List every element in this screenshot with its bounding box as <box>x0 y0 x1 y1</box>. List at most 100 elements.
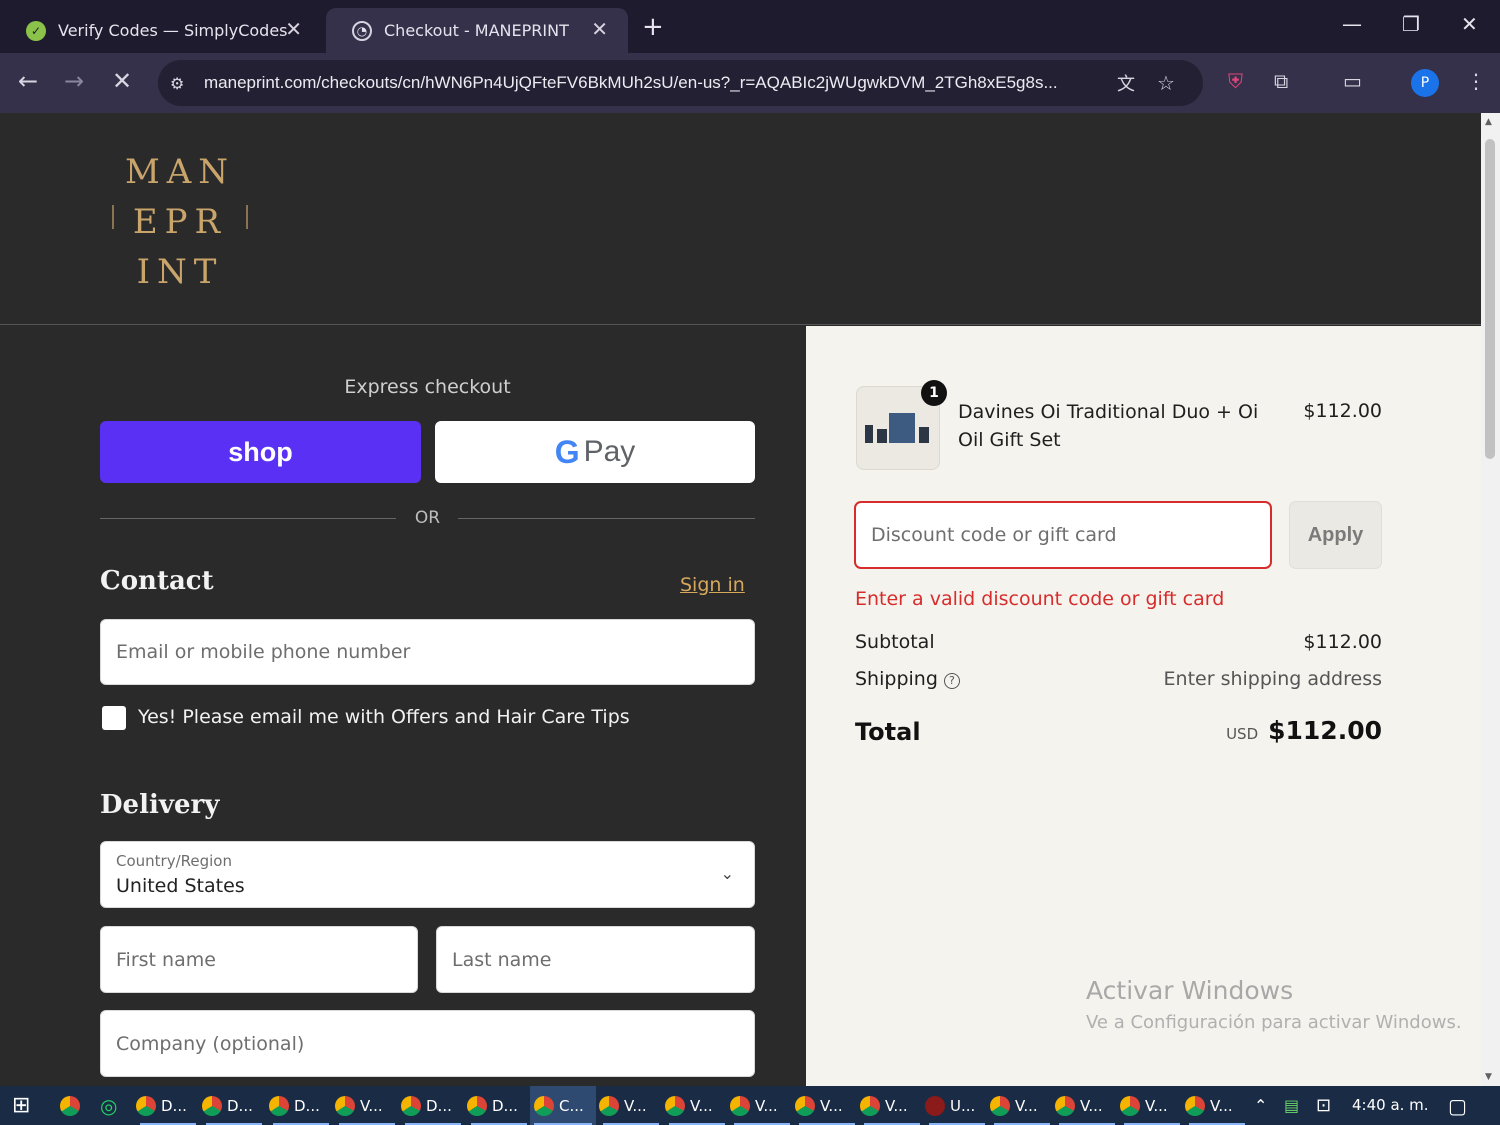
new-tab-icon[interactable]: + <box>642 12 664 42</box>
store-header: MAN EPR INT <box>0 113 1481 325</box>
loading-icon: ◔ <box>352 20 372 41</box>
profile-avatar[interactable]: P <box>1411 69 1439 97</box>
help-icon[interactable]: ? <box>943 673 960 689</box>
reading-mode-icon[interactable]: ▭ <box>1343 69 1362 93</box>
apply-discount-button[interactable]: Apply <box>1289 501 1382 569</box>
logo-line: EPR <box>132 202 228 242</box>
taskbar-window-label: V... <box>755 1096 778 1115</box>
chrome-icon <box>269 1095 289 1116</box>
chrome-pinned-icon[interactable] <box>60 1086 85 1125</box>
tab-checkout[interactable]: ◔ Checkout - MANEPRINT ✕ <box>326 8 628 53</box>
windows-start-icon[interactable]: ⊞ <box>12 1086 30 1125</box>
taskbar-window[interactable]: V... <box>860 1086 924 1125</box>
windows-activation-title: Activar Windows <box>1086 976 1294 1005</box>
checkout-page: MAN EPR INT Express checkout shop G Pay … <box>0 113 1481 1086</box>
taskbar-window[interactable]: V... <box>1185 1086 1249 1125</box>
chrome-icon <box>467 1095 487 1116</box>
taskbar-window[interactable]: D... <box>467 1086 531 1125</box>
whatsapp-icon[interactable]: ◎ <box>100 1086 117 1125</box>
chrome-icon <box>1120 1095 1140 1116</box>
country-select-value: United States <box>116 875 245 897</box>
tab-simplycodes[interactable]: ✓ Verify Codes — SimplyCodes ✕ <box>0 8 322 53</box>
taskbar-window[interactable]: V... <box>795 1086 859 1125</box>
taskbar-window[interactable]: D... <box>136 1086 200 1125</box>
taskbar-window[interactable]: U... <box>925 1086 989 1125</box>
back-icon[interactable]: ← <box>18 67 38 95</box>
taskbar-window-label: D... <box>492 1096 518 1115</box>
taskbar-window[interactable]: D... <box>269 1086 333 1125</box>
notifications-icon[interactable]: ▢ <box>1448 1086 1467 1125</box>
taskbar-clock[interactable]: 4:40 a. m. <box>1352 1096 1429 1114</box>
discount-error-message: Enter a valid discount code or gift card <box>855 588 1225 610</box>
taskbar-window[interactable]: V... <box>599 1086 663 1125</box>
taskbar-window[interactable]: V... <box>730 1086 794 1125</box>
chrome-icon <box>401 1095 421 1116</box>
bookmark-star-icon[interactable]: ☆ <box>1157 71 1175 95</box>
extensions-icon[interactable]: ⧉ <box>1274 69 1288 93</box>
tray-chevron-up-icon[interactable]: ⌃ <box>1254 1086 1267 1125</box>
taskbar-window[interactable]: D... <box>401 1086 465 1125</box>
scroll-down-icon[interactable]: ▼ <box>1485 1072 1492 1082</box>
country-select[interactable]: Country/Region United States ⌄ <box>100 841 755 908</box>
sign-in-link[interactable]: Sign in <box>680 574 745 596</box>
taskbar-window-label: V... <box>1145 1096 1168 1115</box>
shipping-label: Shipping <box>855 668 938 690</box>
taskbar-window-label: D... <box>294 1096 320 1115</box>
network-icon[interactable]: ⊡ <box>1316 1086 1331 1125</box>
google-pay-button[interactable]: G Pay <box>435 421 755 483</box>
marketing-checkbox-label: Yes! Please email me with Offers and Hai… <box>138 706 630 728</box>
express-checkout-label: Express checkout <box>344 376 511 398</box>
url-text[interactable]: maneprint.com/checkouts/cn/hWN6Pn4UjQFte… <box>204 73 1099 93</box>
taskbar-window[interactable]: V... <box>1120 1086 1184 1125</box>
product-name: Davines Oi Traditional Duo + Oi Oil Gift… <box>958 401 1259 451</box>
browser-toolbar: ← → ✕ ⚙ maneprint.com/checkouts/cn/hWN6P… <box>0 53 1500 113</box>
email-field[interactable]: Email or mobile phone number <box>100 619 755 685</box>
gpay-label: Pay <box>583 435 636 468</box>
chevron-down-icon: ⌄ <box>720 864 734 883</box>
forward-icon[interactable]: → <box>64 67 84 95</box>
taskbar-window-label: V... <box>1015 1096 1038 1115</box>
ublock-shield-icon[interactable]: ⛨ <box>1228 69 1243 93</box>
site-info-icon[interactable]: ⚙ <box>170 74 196 93</box>
taskbar-window-label: V... <box>624 1096 647 1115</box>
shop-pay-button[interactable]: shop <box>100 421 421 483</box>
page-scrollbar[interactable]: ▲ ▼ <box>1481 113 1500 1086</box>
taskbar-window[interactable]: D... <box>202 1086 266 1125</box>
taskbar-window[interactable]: V... <box>990 1086 1054 1125</box>
tray-app-icon[interactable]: ▤ <box>1284 1086 1299 1125</box>
chrome-icon <box>990 1095 1010 1116</box>
company-field[interactable]: Company (optional) <box>100 1010 755 1077</box>
close-window-icon[interactable]: ✕ <box>1461 12 1478 36</box>
scrollbar-thumb[interactable] <box>1485 139 1495 459</box>
shipping-value: Enter shipping address <box>1163 668 1382 690</box>
stop-loading-icon[interactable]: ✕ <box>112 67 132 95</box>
address-bar[interactable]: ⚙ maneprint.com/checkouts/cn/hWN6Pn4UjQF… <box>158 60 1203 106</box>
chrome-icon <box>599 1095 619 1116</box>
maneprint-logo[interactable]: MAN EPR INT <box>112 147 248 292</box>
logo-bar <box>112 205 114 229</box>
checkout-form: Express checkout shop G Pay OR Contact S… <box>0 326 806 1086</box>
taskbar-window[interactable]: V... <box>335 1086 399 1125</box>
quantity-badge: 1 <box>921 380 947 406</box>
product-price: $112.00 <box>1303 400 1382 422</box>
discount-code-input[interactable]: Discount code or gift card <box>854 501 1272 569</box>
logo-line: INT <box>136 252 224 292</box>
minimize-icon[interactable]: — <box>1342 12 1362 36</box>
browser-menu-icon[interactable]: ⋮ <box>1466 69 1486 93</box>
translate-icon[interactable]: 文 <box>1117 70 1135 96</box>
browser-tab-bar: ✓ Verify Codes — SimplyCodes ✕ ◔ Checkou… <box>0 0 1500 53</box>
first-name-field[interactable]: First name <box>100 926 418 993</box>
marketing-checkbox[interactable] <box>102 706 126 730</box>
taskbar-window-label: C... <box>559 1096 584 1115</box>
close-tab-icon[interactable]: ✕ <box>285 17 302 41</box>
scroll-up-icon[interactable]: ▲ <box>1485 117 1492 127</box>
taskbar-window[interactable]: V... <box>665 1086 729 1125</box>
last-name-field[interactable]: Last name <box>436 926 755 993</box>
chrome-icon <box>202 1095 222 1116</box>
taskbar-window[interactable]: V... <box>1055 1086 1119 1125</box>
restore-icon[interactable]: ❐ <box>1402 12 1420 36</box>
taskbar-window-active[interactable]: C... <box>530 1086 596 1125</box>
windows-activation-subtitle: Ve a Configuración para activar Windows. <box>1086 1012 1462 1033</box>
close-tab-icon[interactable]: ✕ <box>591 17 608 41</box>
contact-heading: Contact <box>100 566 214 596</box>
